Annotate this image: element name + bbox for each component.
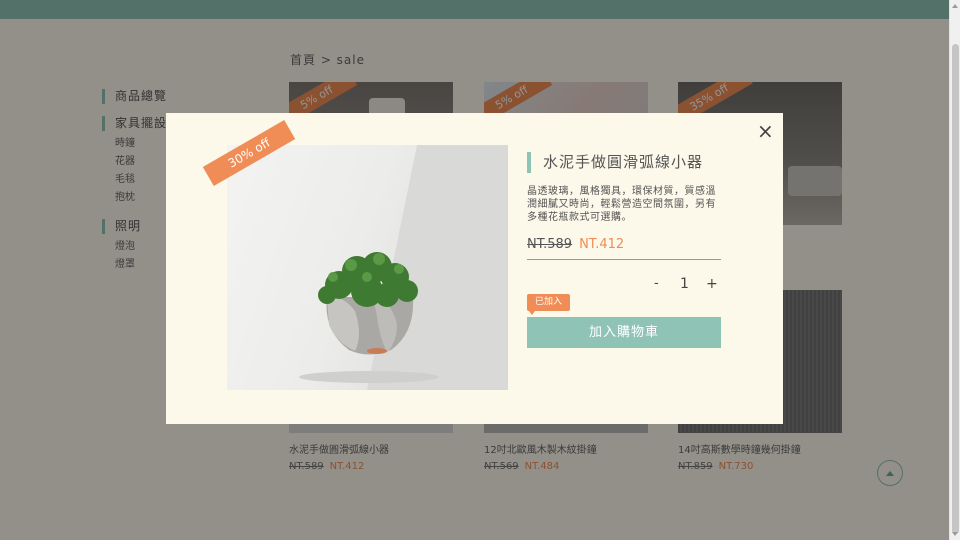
added-to-cart-badge: 已加入: [527, 294, 570, 315]
close-icon[interactable]: ×: [757, 121, 774, 141]
scroll-down-arrow-icon[interactable]: [952, 532, 958, 536]
product-title: 水泥手做圓滑弧線小器: [527, 152, 703, 173]
product-description: 晶透玻璃，風格獨具，環保材質，質感溫潤細膩又時尚，輕鬆營造空間氛圍，另有多種花瓶…: [527, 186, 716, 223]
product-modal: × 30% off 水泥手做圓滑弧線小器 晶透玻璃，風格獨具，環保材質，質感溫潤…: [166, 113, 783, 424]
add-to-cart-button[interactable]: 加入購物車: [527, 317, 721, 348]
original-price: NT.589: [527, 237, 573, 252]
product-photo: [227, 145, 508, 390]
decrease-quantity-button[interactable]: -: [654, 276, 659, 291]
sale-price: NT.412: [579, 237, 625, 252]
scrollbar-thumb[interactable]: [952, 44, 959, 534]
page-scrollbar[interactable]: [949, 0, 960, 540]
price-row: NT.589 NT.412: [527, 237, 721, 260]
quantity-value: 1: [680, 276, 689, 292]
scroll-up-arrow-icon[interactable]: [952, 4, 958, 8]
concrete-planter-illustration: [299, 145, 508, 390]
increase-quantity-button[interactable]: +: [706, 276, 718, 292]
